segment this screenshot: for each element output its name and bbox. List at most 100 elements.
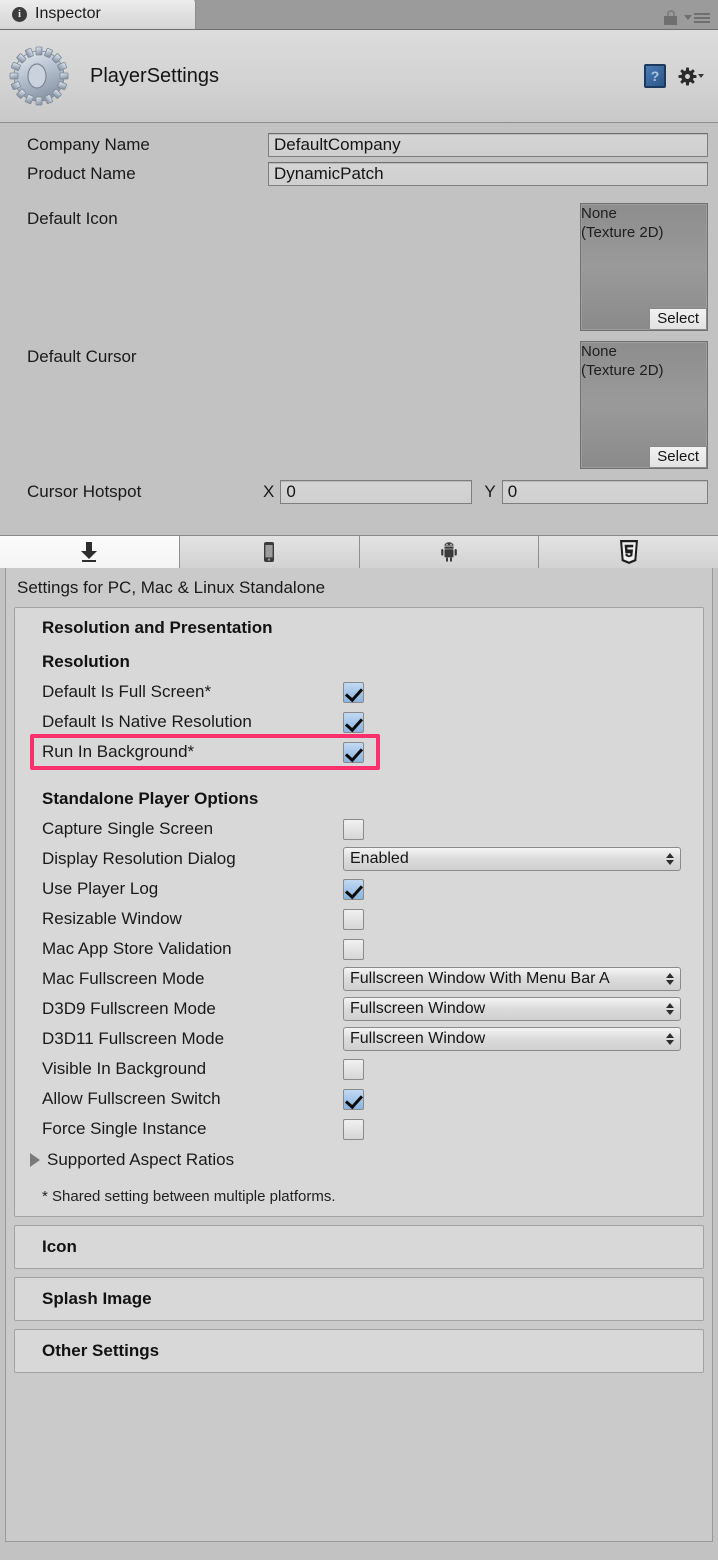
- dropdown-display-resolution-dialog[interactable]: Enabled: [343, 847, 681, 871]
- label-use-player-log: Use Player Log: [42, 879, 159, 898]
- checkbox-run-in-background[interactable]: [343, 741, 364, 763]
- dropdown-arrows-icon: [666, 973, 674, 985]
- checkbox-visible-in-background[interactable]: [343, 1058, 364, 1080]
- section-label-other-settings: Other Settings: [42, 1341, 160, 1360]
- checkbox-mac-app-store-validation[interactable]: [343, 938, 364, 960]
- prow-force-single-instance: Force Single Instance: [15, 1114, 703, 1144]
- default-icon-value-line1: None: [581, 205, 617, 222]
- platform-tab-ios[interactable]: [179, 536, 360, 568]
- prow-run-in-background: Run In Background*: [15, 737, 703, 767]
- gear-asset-icon: [8, 45, 70, 107]
- label-visible-in-background: Visible In Background: [42, 1059, 207, 1078]
- label-default-is-full-screen: Default Is Full Screen*: [42, 682, 212, 701]
- checkbox-default-is-full-screen[interactable]: [343, 681, 364, 703]
- prow-default-is-full-screen: Default Is Full Screen*: [15, 677, 703, 707]
- dropdown-arrows-icon: [666, 853, 674, 865]
- dropdown-d3d9-fullscreen-mode[interactable]: Fullscreen Window: [343, 997, 681, 1021]
- chevron-right-icon: [30, 1153, 40, 1167]
- prow-mac-fullscreen-mode: Mac Fullscreen Mode Fullscreen Window Wi…: [15, 964, 703, 994]
- default-icon-select-button[interactable]: Select: [649, 308, 707, 330]
- product-name-label: Product Name: [27, 163, 136, 183]
- help-book-glyph: ?: [650, 68, 660, 84]
- dropdown-value-mac-fullscreen-mode: Fullscreen Window With Menu Bar A: [350, 970, 610, 987]
- prow-resizable-window: Resizable Window: [15, 904, 703, 934]
- default-cursor-object-field[interactable]: None (Texture 2D) Select: [580, 341, 708, 469]
- section-icon[interactable]: Icon: [14, 1225, 704, 1269]
- dropdown-value-display-resolution-dialog: Enabled: [350, 850, 409, 867]
- label-run-in-background: Run In Background*: [42, 742, 195, 761]
- prow-visible-in-background: Visible In Background: [15, 1054, 703, 1084]
- default-cursor-select-button[interactable]: Select: [649, 446, 707, 468]
- label-d3d9-fullscreen-mode: D3D9 Fullscreen Mode: [42, 999, 216, 1018]
- tab-inspector[interactable]: i Inspector: [0, 0, 196, 29]
- page-title: PlayerSettings: [90, 64, 219, 87]
- checkbox-force-single-instance[interactable]: [343, 1118, 364, 1140]
- platform-tab-bar: [0, 535, 718, 568]
- default-cursor-value-line2: (Texture 2D): [581, 362, 664, 379]
- download-arrow-icon: [81, 542, 98, 562]
- checkbox-allow-fullscreen-switch[interactable]: [343, 1088, 364, 1110]
- prow-use-player-log: Use Player Log: [15, 874, 703, 904]
- company-name-input[interactable]: DefaultCompany: [268, 132, 708, 157]
- shared-setting-footnote: * Shared setting between multiple platfo…: [42, 1188, 336, 1205]
- phone-icon: [264, 542, 275, 562]
- default-cursor-value-line1: None: [581, 343, 617, 360]
- info-icon: i: [12, 6, 27, 22]
- prow-default-is-native-resolution: Default Is Native Resolution: [15, 707, 703, 737]
- label-force-single-instance: Force Single Instance: [42, 1119, 207, 1138]
- dropdown-value-d3d11-fullscreen-mode: Fullscreen Window: [350, 1030, 486, 1047]
- product-name-input[interactable]: DynamicPatch: [268, 161, 708, 186]
- platform-tab-standalone[interactable]: [0, 536, 180, 568]
- company-name-label: Company Name: [27, 134, 150, 154]
- properties-section: Company Name DefaultCompany Product Name…: [0, 123, 718, 535]
- row-product-name: Product Name DynamicPatch: [8, 160, 710, 187]
- dropdown-arrows-icon: [666, 1033, 674, 1045]
- group-title-resolution-presentation: Resolution and Presentation: [42, 618, 273, 637]
- prow-d3d9-fullscreen-mode: D3D9 Fullscreen Mode Fullscreen Window: [15, 994, 703, 1024]
- cursor-hotspot-y-label: Y: [484, 482, 496, 501]
- prow-capture-single-screen: Capture Single Screen: [15, 814, 703, 844]
- hamburger-menu-icon[interactable]: [684, 12, 710, 23]
- inspector-tab-bar: i Inspector: [0, 0, 718, 30]
- android-robot-icon: [441, 542, 457, 562]
- label-mac-app-store-validation: Mac App Store Validation: [42, 939, 232, 958]
- prow-mac-app-store-validation: Mac App Store Validation: [15, 934, 703, 964]
- label-display-resolution-dialog: Display Resolution Dialog: [42, 849, 236, 868]
- lock-icon[interactable]: [664, 10, 677, 25]
- tab-bar-controls: [664, 10, 718, 29]
- section-splash-image[interactable]: Splash Image: [14, 1277, 704, 1321]
- platform-settings-panel: Settings for PC, Mac & Linux Standalone …: [5, 568, 713, 1542]
- platform-tab-webgl[interactable]: [539, 536, 718, 568]
- settings-panel-title: Settings for PC, Mac & Linux Standalone: [17, 578, 326, 597]
- cursor-hotspot-x-input[interactable]: 0: [280, 480, 473, 504]
- prow-d3d11-fullscreen-mode: D3D11 Fullscreen Mode Fullscreen Window: [15, 1024, 703, 1054]
- label-mac-fullscreen-mode: Mac Fullscreen Mode: [42, 969, 205, 988]
- section-label-splash-image: Splash Image: [42, 1289, 152, 1308]
- resolution-and-presentation-group: Resolution and Presentation Resolution D…: [14, 607, 704, 1217]
- label-supported-aspect-ratios: Supported Aspect Ratios: [47, 1150, 235, 1169]
- subtitle-standalone-player-options: Standalone Player Options: [42, 789, 259, 808]
- checkbox-use-player-log[interactable]: [343, 878, 364, 900]
- dropdown-mac-fullscreen-mode[interactable]: Fullscreen Window With Menu Bar A: [343, 967, 681, 991]
- cursor-hotspot-y-input[interactable]: 0: [501, 480, 708, 504]
- cursor-hotspot-x-label: X: [263, 482, 275, 501]
- default-cursor-label: Default Cursor: [27, 347, 137, 366]
- row-default-icon: Default Icon None (Texture 2D) Select: [8, 203, 710, 331]
- tab-inspector-label: Inspector: [35, 5, 101, 22]
- section-label-icon: Icon: [42, 1237, 77, 1256]
- gear-dropdown-icon[interactable]: [678, 66, 704, 86]
- checkbox-default-is-native-resolution[interactable]: [343, 711, 364, 733]
- checkbox-resizable-window[interactable]: [343, 908, 364, 930]
- dropdown-d3d11-fullscreen-mode[interactable]: Fullscreen Window: [343, 1027, 681, 1051]
- platform-tab-android[interactable]: [359, 536, 540, 568]
- checkbox-capture-single-screen[interactable]: [343, 818, 364, 840]
- row-default-cursor: Default Cursor None (Texture 2D) Select: [8, 341, 710, 469]
- section-other-settings[interactable]: Other Settings: [14, 1329, 704, 1373]
- default-icon-object-field[interactable]: None (Texture 2D) Select: [580, 203, 708, 331]
- default-icon-label: Default Icon: [27, 209, 118, 228]
- foldout-supported-aspect-ratios[interactable]: Supported Aspect Ratios: [15, 1144, 703, 1176]
- default-icon-value-line2: (Texture 2D): [581, 224, 664, 241]
- label-allow-fullscreen-switch: Allow Fullscreen Switch: [42, 1089, 221, 1108]
- object-header-controls: ?: [644, 64, 704, 88]
- help-book-icon[interactable]: ?: [644, 64, 666, 88]
